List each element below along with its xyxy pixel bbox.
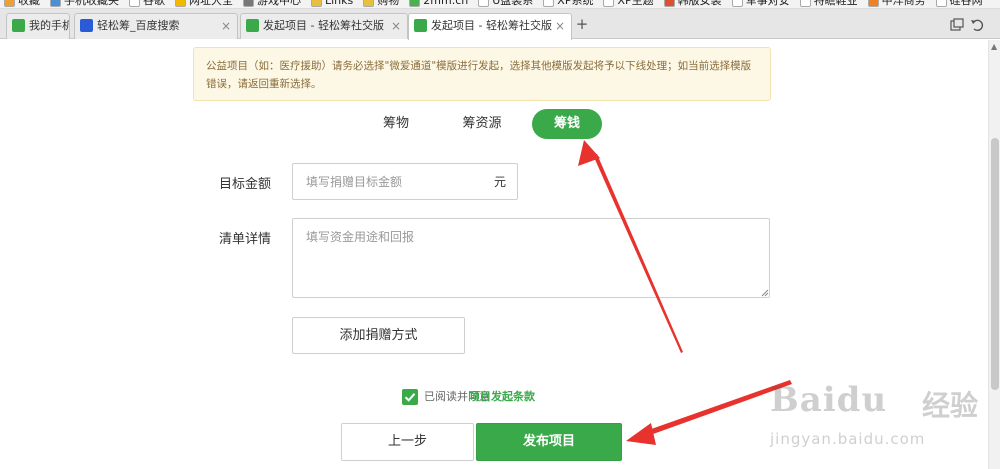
undo-close-icon[interactable] [970, 18, 984, 32]
bookmarks-bar: 收藏 手机收藏夹 谷歌 网址大全 游戏中心 Links 购物 2mm.cn U盘装系 XP系统 XP… [0, 0, 1000, 9]
bookmark-icon [243, 0, 254, 7]
bookmark-item[interactable]: 网址大全 [171, 0, 239, 8]
bookmark-label: 特瞻鞋业 [813, 0, 858, 7]
template-notice: 公益项目（如：医疗援助）请务必选择"微爱通道"模版进行发起，选择其他模版发起将予… [193, 47, 771, 101]
bookmark-item[interactable]: U盘装系 [474, 0, 539, 8]
bookmark-label: Links [325, 0, 354, 7]
bookmark-item[interactable]: 韩版女装 [660, 0, 728, 8]
bookmark-label: 中洋商务 [881, 0, 926, 7]
previous-step-button[interactable]: 上一步 [341, 423, 474, 461]
tab-label: 我的手机 [29, 19, 70, 32]
currency-unit: 元 [493, 175, 506, 189]
publish-project-button[interactable]: 发布项目 [476, 423, 622, 461]
bookmark-label: 韩版女装 [677, 0, 722, 7]
baidu-jingyan-watermark: Baidu 经验 jingyan.baidu.com [770, 380, 990, 469]
bookmark-item[interactable]: 军事对安 [728, 0, 796, 8]
bookmark-icon [867, 0, 879, 7]
bookmark-icon [478, 0, 490, 7]
detail-label: 清单详情 [219, 232, 272, 247]
scroll-up-icon[interactable]: ▲ [991, 42, 997, 51]
tab-bar: 我的手机 轻松筹_百度搜索 × 发起项目 - 轻松筹社交版 × 发起项目 - 轻… [0, 9, 1000, 40]
bookmark-icon [409, 0, 421, 7]
bookmark-icon [50, 0, 61, 7]
baidu-paw-icon [80, 19, 93, 32]
add-donation-method-button[interactable]: 添加捐赠方式 [292, 317, 465, 354]
bookmark-item[interactable]: XP系统 [539, 0, 599, 8]
check-icon [404, 393, 416, 402]
bookmark-label: 硅谷网 [949, 0, 983, 7]
bookmark-icon [603, 0, 615, 7]
bookmark-item[interactable]: Links [307, 0, 359, 8]
agree-checkbox[interactable] [402, 389, 418, 405]
tab-launch-project-active[interactable]: 发起项目 - 轻松筹社交版 × [408, 13, 572, 40]
amount-input[interactable] [293, 164, 483, 199]
bookmark-label: 游戏中心 [257, 0, 301, 7]
tab-launch-project[interactable]: 发起项目 - 轻松筹社交版 × [240, 13, 408, 39]
phone-icon [12, 19, 25, 32]
bookmark-item[interactable]: 中洋商务 [864, 0, 932, 8]
bookmark-item[interactable]: 硅谷网 [932, 0, 989, 8]
bookmark-label: 购物 [377, 0, 400, 7]
amount-field: 元 [292, 163, 518, 200]
bookmark-item[interactable]: 手机收藏夹 [46, 0, 125, 8]
bookmark-icon [935, 0, 947, 7]
bookmark-item[interactable]: XP主题 [599, 0, 659, 8]
bookmark-icon [4, 0, 15, 7]
bookmark-item[interactable]: 游戏中心 [239, 0, 307, 8]
qingsongchou-icon [246, 19, 259, 32]
tab-my-phone[interactable]: 我的手机 [6, 13, 70, 39]
bookmark-icon [543, 0, 555, 7]
type-option-goods[interactable]: 筹物 [371, 109, 421, 139]
tab-list-icon[interactable] [950, 18, 964, 32]
bookmark-item[interactable]: 2mm.cn [405, 0, 474, 8]
new-tab-button[interactable]: + [574, 15, 590, 35]
bookmark-icon [731, 0, 743, 7]
bookmark-label: 手机收藏夹 [64, 0, 119, 7]
bookmark-label: XP主题 [617, 0, 654, 7]
bookmark-icon [363, 0, 375, 7]
watermark-cn: 经验 [922, 389, 979, 422]
tab-label: 发起项目 - 轻松筹社交版 [431, 19, 552, 32]
type-option-resources[interactable]: 筹资源 [454, 109, 510, 139]
scroll-thumb[interactable] [991, 138, 999, 390]
bookmark-label: 2mm.cn [423, 0, 469, 7]
watermark-url: jingyan.baidu.com [770, 430, 926, 448]
bookmark-icon [663, 0, 675, 7]
bookmark-label: 谷歌 [143, 0, 165, 7]
bookmark-item[interactable]: 购物 [359, 0, 405, 8]
close-icon[interactable]: × [391, 14, 401, 38]
watermark-logo: Baidu [770, 380, 888, 420]
bookmark-label: 网址大全 [189, 0, 233, 7]
terms-link[interactable]: 项目发起条款 [469, 388, 535, 406]
bookmark-icon [311, 0, 322, 7]
bookmark-item[interactable]: 特瞻鞋业 [796, 0, 864, 8]
type-option-money[interactable]: 筹钱 [532, 109, 602, 139]
detail-textarea[interactable] [292, 218, 770, 298]
project-type-switch: 筹物 筹资源 筹钱 [0, 109, 988, 139]
close-icon[interactable]: × [555, 14, 565, 38]
bookmark-icon [175, 0, 186, 7]
tab-label: 发起项目 - 轻松筹社交版 [263, 19, 384, 32]
amount-label: 目标金额 [219, 177, 272, 192]
bookmark-icon [799, 0, 811, 7]
tab-baidu-search[interactable]: 轻松筹_百度搜索 × [74, 13, 238, 39]
bookmark-label: XP系统 [557, 0, 594, 7]
tab-label: 轻松筹_百度搜索 [97, 19, 180, 32]
bookmark-label: 军事对安 [745, 0, 790, 7]
resize-grip-icon[interactable] [761, 289, 769, 297]
bookmark-label: U盘装系 [492, 0, 534, 7]
bookmark-label: 收藏 [18, 0, 40, 7]
qingsongchou-icon [414, 19, 427, 32]
bookmark-icon [129, 0, 140, 7]
bookmark-item[interactable]: 谷歌 [125, 0, 171, 8]
bookmark-item[interactable]: 收藏 [0, 0, 46, 8]
close-icon[interactable]: × [221, 14, 231, 38]
